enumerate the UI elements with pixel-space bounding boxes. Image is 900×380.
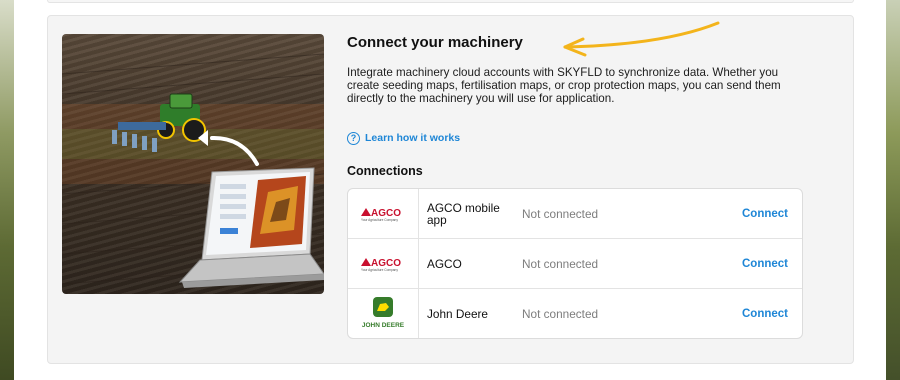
connection-name: John Deere xyxy=(427,306,488,321)
john-deere-logo: JOHN DEERE xyxy=(348,289,419,338)
connection-name: AGCO mobile app xyxy=(427,200,500,227)
connection-row-john-deere: JOHN DEERE John Deere Not connected Conn… xyxy=(348,289,802,338)
section-title: Connect your machinery xyxy=(347,34,523,51)
background-field-left xyxy=(0,0,14,380)
background-field-right xyxy=(886,0,900,380)
connection-status: Not connected xyxy=(522,206,599,221)
learn-how-it-works-link[interactable]: ? Learn how it works xyxy=(347,130,460,146)
connections-heading: Connections xyxy=(347,164,423,178)
connect-button[interactable]: Connect xyxy=(742,308,788,320)
connect-button[interactable]: Connect xyxy=(742,258,788,270)
connection-status: Not connected xyxy=(522,306,599,321)
laptop-graphic xyxy=(178,167,324,288)
connections-list: AGCO Your Agriculture Company AGCO mobil… xyxy=(347,188,803,339)
connection-name: AGCO xyxy=(427,256,462,271)
connection-status: Not connected xyxy=(522,256,599,271)
connection-row-agco-mobile-app: AGCO Your Agriculture Company AGCO mobil… xyxy=(348,189,802,239)
connection-row-agco: AGCO Your Agriculture Company AGCO Not c… xyxy=(348,239,802,289)
question-circle-icon: ? xyxy=(347,131,360,145)
svg-text:JOHN DEERE: JOHN DEERE xyxy=(362,322,405,329)
agco-logo: AGCO Your Agriculture Company xyxy=(348,239,419,288)
learn-link-label: Learn how it works xyxy=(365,132,461,144)
svg-text:Your Agriculture Company: Your Agriculture Company xyxy=(361,218,398,222)
section-description: Integrate machinery cloud accounts with … xyxy=(347,66,781,105)
previous-card-edge xyxy=(47,0,854,3)
connect-button[interactable]: Connect xyxy=(742,208,788,220)
main-page: Connect your machinery Integrate machine… xyxy=(14,0,886,380)
agco-logo: AGCO Your Agriculture Company xyxy=(348,189,419,238)
connect-machinery-card: Connect your machinery Integrate machine… xyxy=(47,15,854,364)
svg-text:Your Agriculture Company: Your Agriculture Company xyxy=(361,268,398,272)
pointer-arrow-icon xyxy=(563,21,720,57)
machinery-hero-image xyxy=(62,34,324,294)
